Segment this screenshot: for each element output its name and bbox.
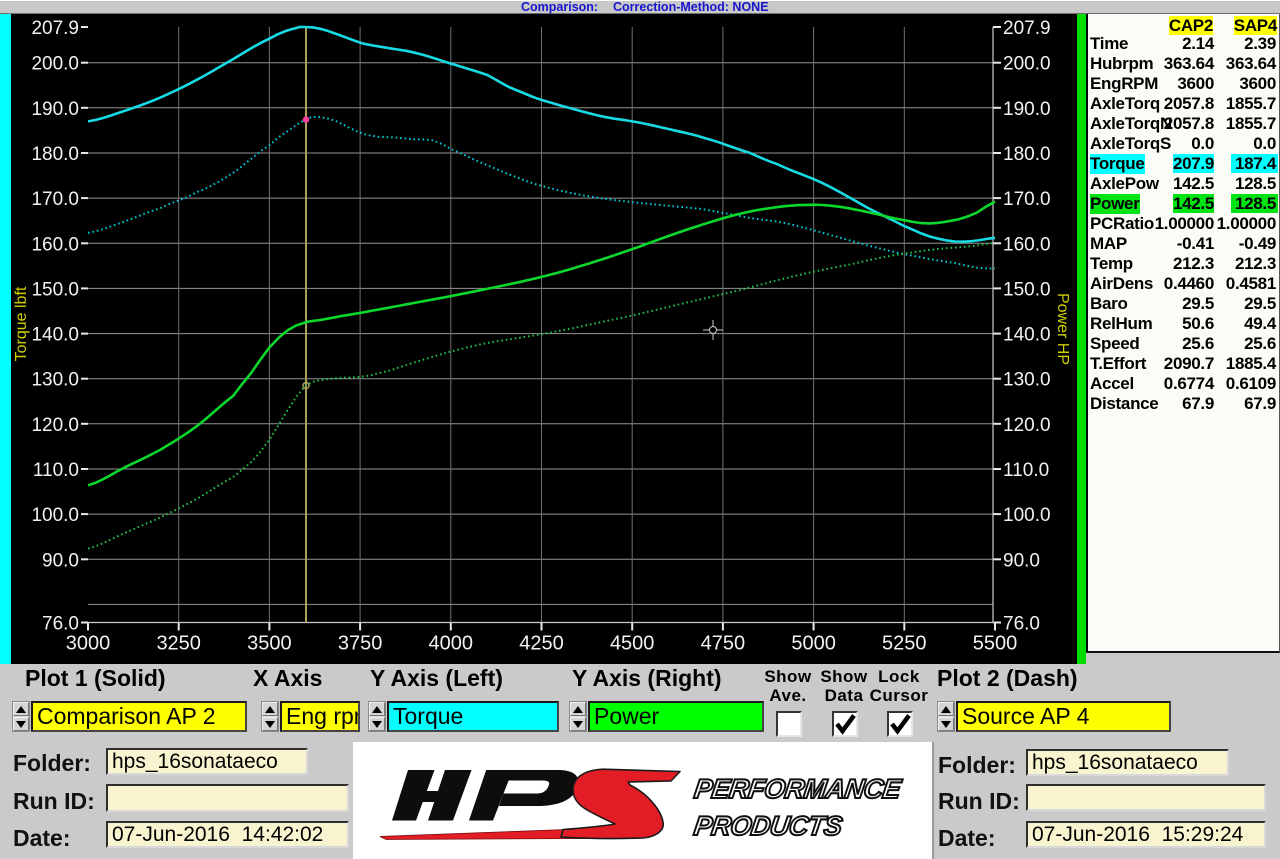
svg-text:180.0: 180.0 [31, 144, 79, 165]
svg-text:76.0: 76.0 [1003, 614, 1040, 635]
svg-text:200.0: 200.0 [1003, 54, 1051, 75]
svg-text:100.0: 100.0 [31, 505, 79, 526]
svg-text:160.0: 160.0 [1003, 234, 1051, 255]
svg-text:130.0: 130.0 [1003, 370, 1051, 391]
svg-text:120.0: 120.0 [1003, 415, 1051, 436]
svg-text:170.0: 170.0 [31, 189, 79, 210]
svg-text:190.0: 190.0 [31, 99, 79, 120]
svg-text:3750: 3750 [338, 633, 383, 655]
svg-text:3500: 3500 [247, 633, 292, 655]
svg-text:PRODUCTS: PRODUCTS [692, 810, 844, 841]
svg-text:170.0: 170.0 [1003, 189, 1051, 210]
svg-text:PERFORMANCE: PERFORMANCE [692, 773, 904, 804]
svg-text:207.9: 207.9 [1003, 18, 1051, 39]
svg-text:90.0: 90.0 [1003, 550, 1040, 571]
svg-text:100.0: 100.0 [1003, 505, 1051, 526]
svg-text:120.0: 120.0 [31, 415, 79, 436]
svg-text:150.0: 150.0 [31, 279, 79, 300]
svg-text:76.0: 76.0 [42, 614, 79, 635]
svg-text:110.0: 110.0 [1003, 460, 1049, 481]
svg-text:130.0: 130.0 [31, 370, 79, 391]
svg-text:5250: 5250 [882, 633, 927, 655]
svg-text:3250: 3250 [156, 633, 201, 655]
svg-text:4750: 4750 [701, 633, 746, 655]
svg-text:90.0: 90.0 [42, 550, 79, 571]
svg-text:200.0: 200.0 [31, 54, 79, 75]
svg-text:207.9: 207.9 [31, 18, 79, 39]
svg-text:4000: 4000 [429, 633, 474, 655]
svg-text:140.0: 140.0 [1003, 325, 1051, 346]
svg-text:140.0: 140.0 [31, 325, 79, 346]
svg-text:190.0: 190.0 [1003, 99, 1051, 120]
svg-text:110.0: 110.0 [33, 460, 79, 481]
svg-text:180.0: 180.0 [1003, 144, 1051, 165]
svg-text:4500: 4500 [610, 633, 655, 655]
svg-text:3000: 3000 [66, 633, 111, 655]
svg-text:4250: 4250 [519, 633, 564, 655]
svg-text:5000: 5000 [791, 633, 836, 655]
svg-text:160.0: 160.0 [31, 234, 79, 255]
svg-text:150.0: 150.0 [1003, 279, 1051, 300]
svg-text:5500: 5500 [973, 633, 1018, 655]
